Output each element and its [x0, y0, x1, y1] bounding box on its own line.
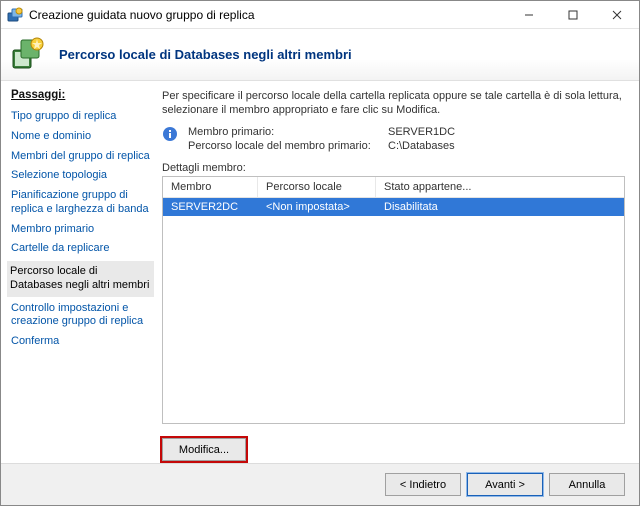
step-item[interactable]: Membro primario [11, 220, 150, 240]
table-row[interactable]: SERVER2DC <Non impostata> Disabilitata [163, 198, 624, 216]
column-member[interactable]: Membro [163, 177, 258, 197]
step-item[interactable]: Controllo impostazioni e creazione grupp… [11, 299, 150, 333]
main-pane: Per specificare il percorso locale della… [156, 81, 639, 463]
primary-path-value: C:\Databases [388, 140, 455, 152]
step-item: Percorso locale di Databases negli altri… [7, 261, 154, 297]
cell-path: <Non impostata> [258, 201, 376, 213]
cell-member: SERVER2DC [163, 201, 258, 213]
title-bar: Creazione guidata nuovo gruppo di replic… [1, 1, 639, 29]
wizard-footer: < Indietro Avanti > Annulla [1, 463, 639, 505]
steps-sidebar: Passaggi: Tipo gruppo di replicaNome e d… [1, 81, 156, 463]
step-item[interactable]: Nome e dominio [11, 127, 150, 147]
maximize-button[interactable] [551, 1, 595, 28]
cell-status: Disabilitata [376, 201, 624, 213]
instruction-text: Per specificare il percorso locale della… [162, 89, 625, 118]
minimize-button[interactable] [507, 1, 551, 28]
column-status[interactable]: Stato appartene... [376, 177, 624, 197]
info-icon [162, 126, 178, 142]
steps-header: Passaggi: [11, 89, 150, 101]
member-details-table[interactable]: Membro Percorso locale Stato appartene..… [162, 176, 625, 424]
step-item[interactable]: Tipo gruppo di replica [11, 107, 150, 127]
details-label: Dettagli membro: [162, 162, 625, 174]
close-button[interactable] [595, 1, 639, 28]
step-item[interactable]: Cartelle da replicare [11, 239, 150, 259]
table-header: Membro Percorso locale Stato appartene..… [163, 177, 624, 198]
modify-button[interactable]: Modifica... [162, 438, 246, 461]
step-item[interactable]: Selezione topologia [11, 166, 150, 186]
back-button[interactable]: < Indietro [385, 473, 461, 496]
step-item[interactable]: Pianificazione gruppo di replica e largh… [11, 186, 150, 220]
wizard-icon [9, 36, 47, 74]
primary-member-label: Membro primario: [188, 126, 388, 138]
page-title: Percorso locale di Databases negli altri… [59, 47, 352, 62]
wizard-banner: Percorso locale di Databases negli altri… [1, 29, 639, 81]
cancel-button[interactable]: Annulla [549, 473, 625, 496]
primary-member-value: SERVER1DC [388, 126, 455, 138]
column-path[interactable]: Percorso locale [258, 177, 376, 197]
step-item[interactable]: Membri del gruppo di replica [11, 147, 150, 167]
step-item[interactable]: Conferma [11, 332, 150, 352]
window-title: Creazione guidata nuovo gruppo di replic… [29, 8, 507, 22]
next-button[interactable]: Avanti > [467, 473, 543, 496]
window-controls [507, 1, 639, 28]
primary-path-label: Percorso locale del membro primario: [188, 140, 388, 152]
app-icon [7, 7, 23, 23]
